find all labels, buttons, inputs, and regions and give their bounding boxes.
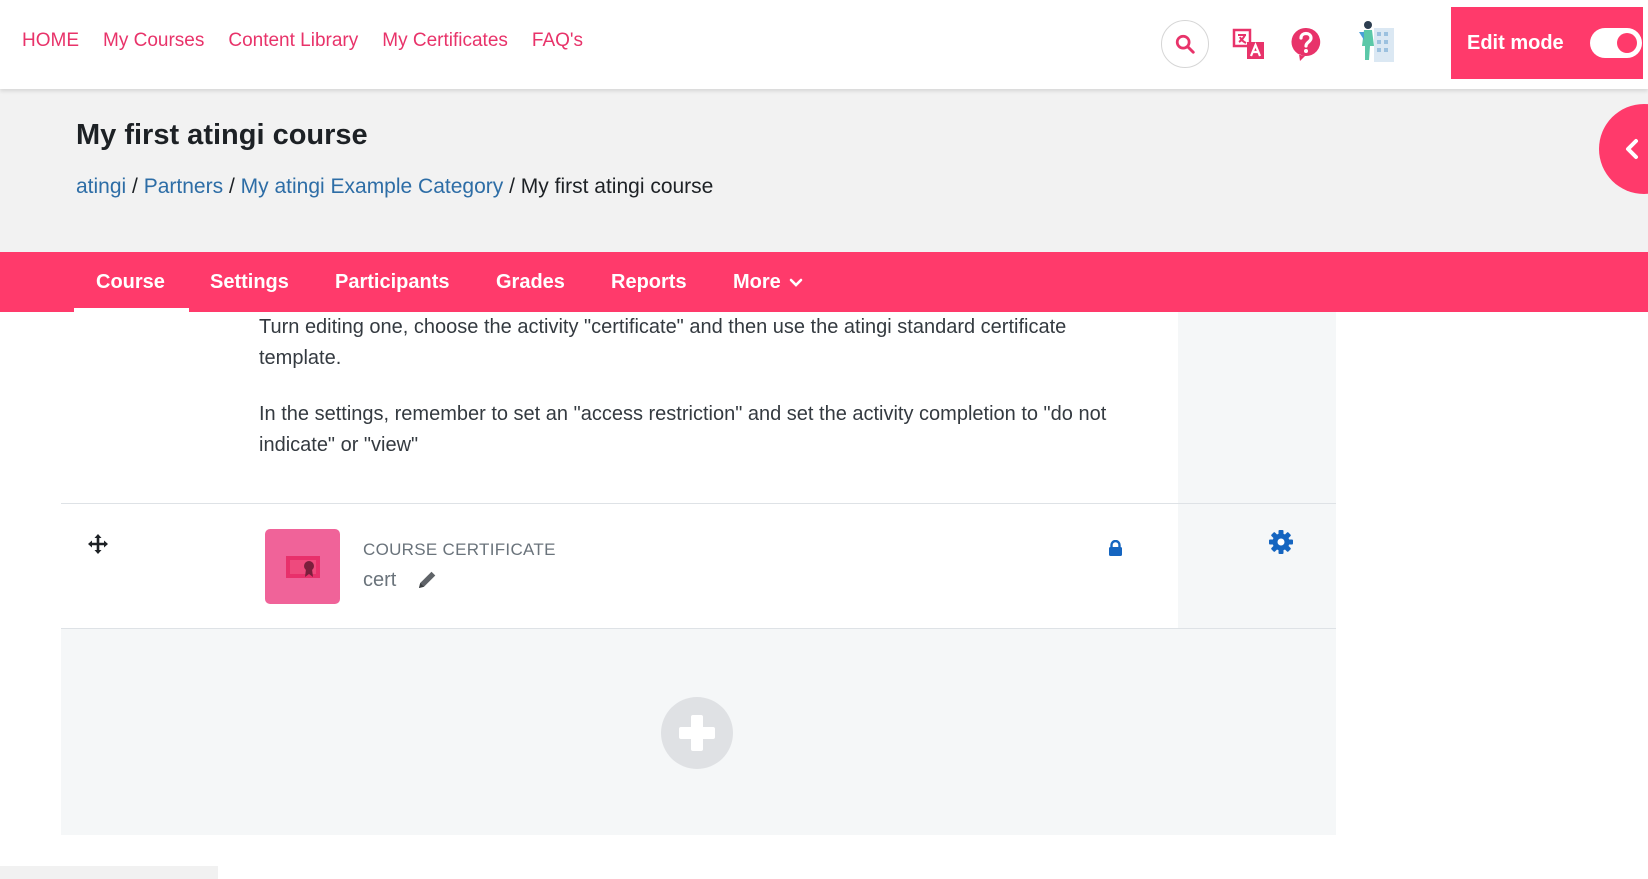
breadcrumb-link-category[interactable]: My atingi Example Category [241,175,504,198]
certificate-icon [285,555,320,578]
chevron-left-icon [1626,139,1638,159]
course-secondary-nav: Course Settings Participants Grades Repo… [0,252,1648,312]
tab-more[interactable]: More [733,252,803,312]
help-icon [1291,27,1321,61]
lock-icon [1109,539,1122,556]
divider [61,503,1336,504]
activity-settings-button[interactable] [1268,529,1294,560]
tab-more-label: More [733,271,781,293]
browser-status-bar [0,866,218,879]
add-activity-button[interactable] [661,697,733,769]
top-navbar: HOME My Courses Content Library My Certi… [0,0,1648,89]
plus-icon [679,715,715,751]
tab-course[interactable]: Course [74,252,189,312]
user-avatar[interactable] [1352,18,1396,66]
breadcrumb-separator: / [132,175,138,198]
breadcrumb-separator: / [228,175,235,198]
summary-paragraph: In the settings, remember to set an "acc… [259,403,1107,456]
gear-icon [1269,530,1293,554]
summary-paragraph: Turn editing one, choose the activity "c… [259,316,1067,369]
move-activity-handle[interactable] [86,532,110,561]
section-summary: Turn editing one, choose the activity "c… [259,312,1129,486]
breadcrumb-separator: / [509,175,515,198]
nav-home[interactable]: HOME [22,30,79,52]
section-actions-column [1178,312,1336,628]
activity-name-link[interactable]: cert [363,569,396,592]
language-button[interactable] [1229,24,1269,64]
page-title: My first atingi course [76,119,368,151]
tab-grades[interactable]: Grades [496,252,565,312]
activity-type-label: COURSE CERTIFICATE [363,540,556,559]
avatar-icon [1359,21,1394,62]
tab-participants[interactable]: Participants [335,252,449,312]
edit-mode-toggle[interactable] [1589,28,1642,58]
nav-my-certificates[interactable]: My Certificates [382,30,508,52]
move-icon [88,534,108,554]
nav-content-library[interactable]: Content Library [228,30,358,52]
edit-mode-switch[interactable]: Edit mode [1451,7,1643,79]
search-icon [1175,34,1195,54]
nav-faqs[interactable]: FAQ's [532,30,583,52]
search-button[interactable] [1161,20,1209,68]
breadcrumb-link-atingi[interactable]: atingi [76,175,126,198]
breadcrumb-current: My first atingi course [520,175,714,198]
pencil-icon [419,571,436,588]
chevron-down-icon [790,278,803,287]
edit-title-button[interactable] [416,569,438,596]
page-header: My first atingi course atingi / Partners… [0,89,1648,252]
edit-mode-label: Edit mode [1467,31,1564,54]
translate-icon [1232,28,1264,59]
help-button[interactable] [1286,24,1326,64]
tab-settings[interactable]: Settings [210,252,289,312]
breadcrumb-link-partners[interactable]: Partners [144,175,223,198]
tab-reports[interactable]: Reports [611,252,687,312]
nav-my-courses[interactable]: My Courses [103,30,204,52]
breadcrumb: atingi / Partners / My atingi Example Ca… [76,175,713,199]
activity-icon-tile[interactable] [265,529,340,604]
primary-navigation: HOME My Courses Content Library My Certi… [22,30,583,52]
restriction-indicator[interactable] [1108,539,1123,562]
